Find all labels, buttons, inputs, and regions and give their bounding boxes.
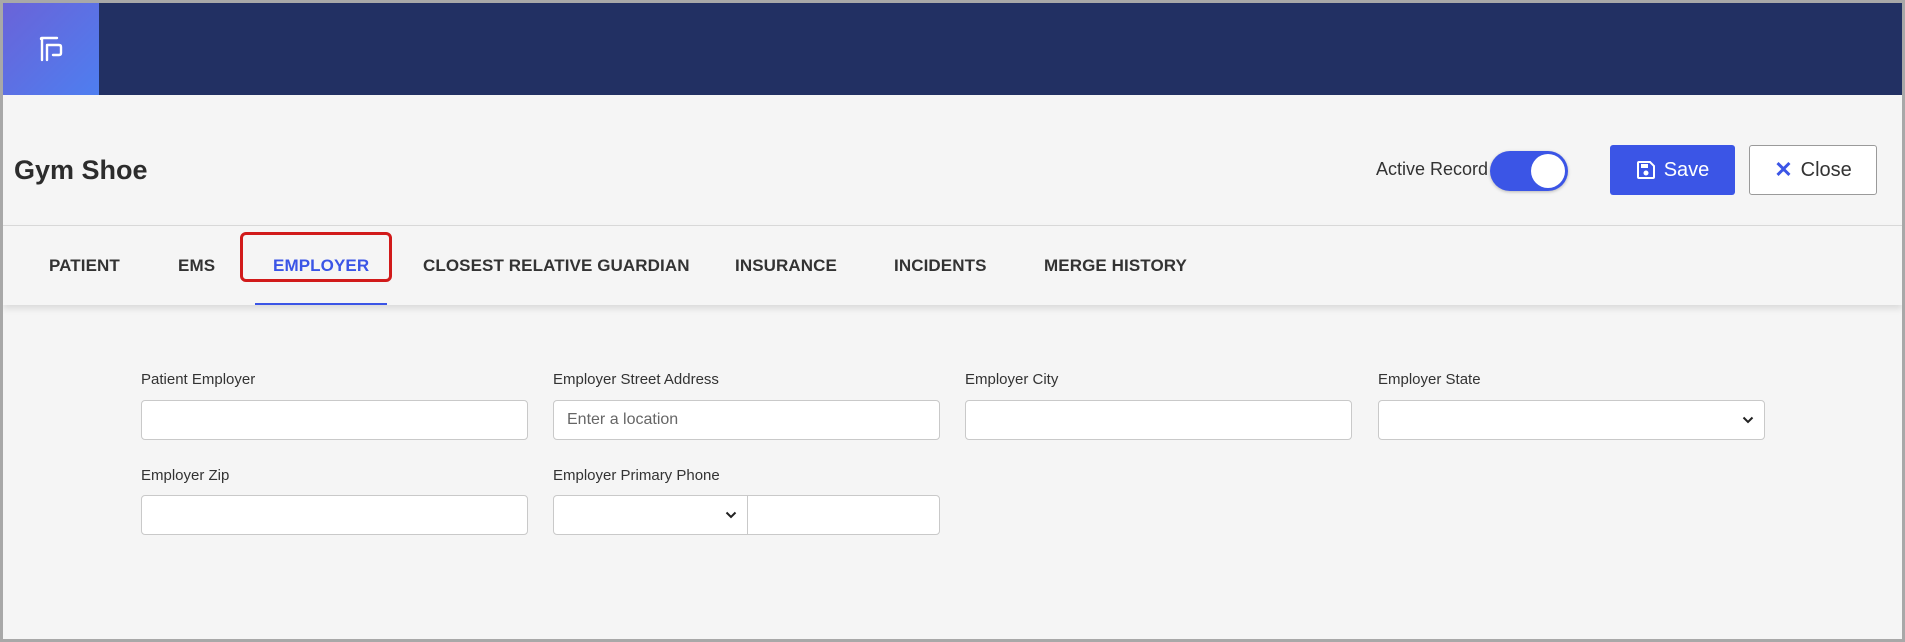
close-button[interactable]: ✕ Close [1749, 145, 1877, 195]
active-record-toggle[interactable] [1490, 151, 1568, 191]
close-icon: ✕ [1774, 157, 1793, 182]
primary-phone-input[interactable] [747, 495, 940, 535]
employer-city-label: Employer City [965, 371, 1059, 388]
tab-highlight-box [240, 232, 392, 282]
toggle-knob [1531, 154, 1565, 188]
page-title: Gym Shoe [14, 155, 148, 185]
active-tab-indicator [255, 303, 387, 305]
chevron-down-icon [1742, 416, 1754, 424]
primary-phone-label: Employer Primary Phone [553, 467, 720, 484]
app-window: Gym Shoe Active Record Save ✕ Close PATI… [0, 0, 1905, 642]
top-bar [3, 3, 1902, 95]
chevron-down-icon [725, 511, 737, 519]
tab-patient[interactable]: PATIENT [49, 226, 120, 306]
patient-employer-label: Patient Employer [141, 371, 256, 388]
document-logo-icon [39, 36, 63, 62]
app-logo[interactable] [3, 3, 99, 95]
tab-incidents[interactable]: INCIDENTS [894, 226, 987, 306]
save-button-label: Save [1663, 158, 1710, 181]
street-address-input[interactable] [553, 400, 940, 440]
employer-city-input[interactable] [965, 400, 1352, 440]
save-icon [1636, 161, 1655, 179]
employer-state-select[interactable] [1378, 400, 1765, 440]
street-address-label: Employer Street Address [553, 371, 719, 388]
save-button[interactable]: Save [1610, 145, 1735, 195]
active-record-label: Active Record [1376, 159, 1489, 179]
employer-zip-input[interactable] [141, 495, 528, 535]
close-button-label: Close [1800, 158, 1852, 181]
tab-insurance[interactable]: INSURANCE [735, 226, 837, 306]
employer-zip-label: Employer Zip [141, 467, 230, 484]
tab-merge-history[interactable]: MERGE HISTORY [1044, 226, 1187, 306]
phone-type-select[interactable] [553, 495, 748, 535]
employer-state-label: Employer State [1378, 371, 1481, 388]
record-header: Gym Shoe Active Record Save ✕ Close [3, 95, 1902, 225]
tab-closest-relative-guardian[interactable]: CLOSEST RELATIVE GUARDIAN [423, 226, 690, 306]
record-tabs: PATIENT EMS EMPLOYER CLOSEST RELATIVE GU… [3, 225, 1902, 305]
patient-employer-input[interactable] [141, 400, 528, 440]
tab-ems[interactable]: EMS [178, 226, 215, 306]
